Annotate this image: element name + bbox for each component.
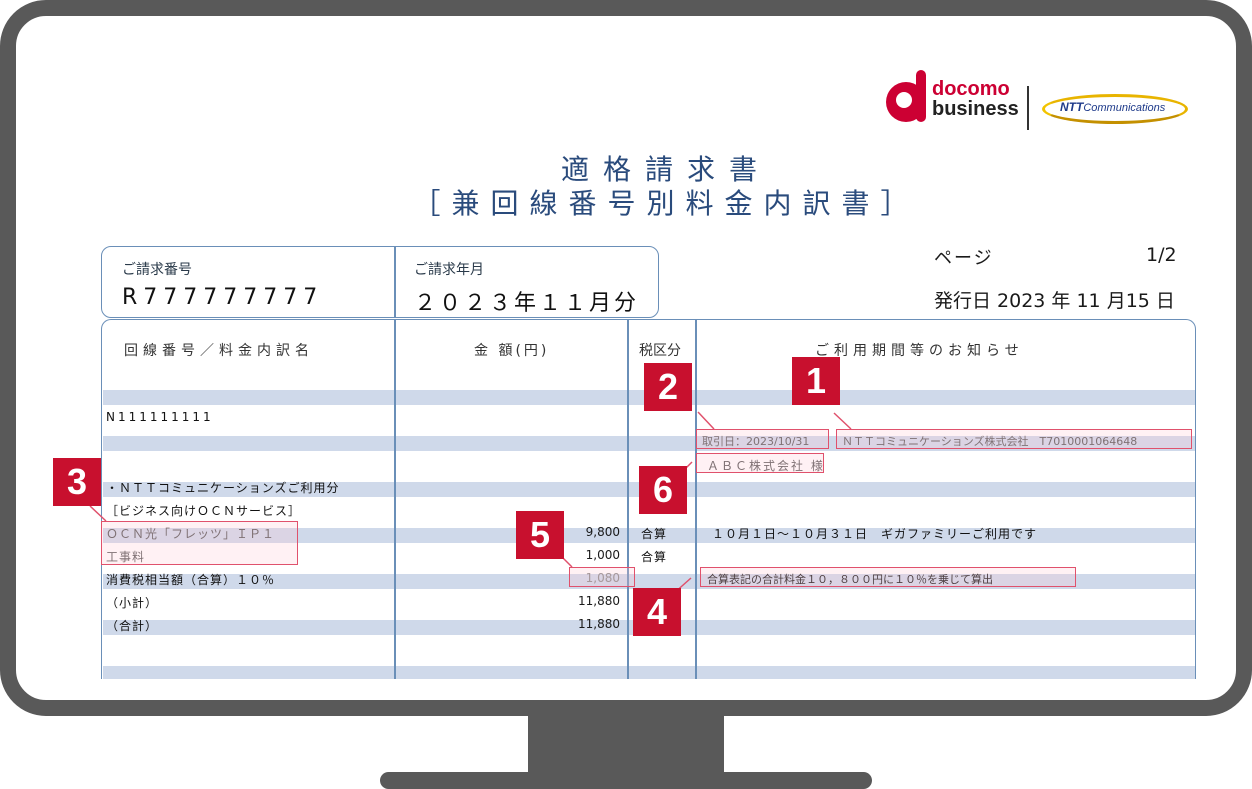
monitor-frame: docomo business NTTCommunications 適格請求書 … <box>0 0 1252 716</box>
billing-month-label: ご請求年月 <box>414 262 484 278</box>
ntt-communications-logo: NTTCommunications <box>1042 88 1192 128</box>
invoice-number: R777777777 <box>122 285 324 310</box>
callout-5: 5 <box>516 511 564 559</box>
invoice-number-label: ご請求番号 <box>122 262 192 278</box>
table-row-amount: 11,880 <box>578 617 620 631</box>
ntt-logo-suffix: Communications <box>1083 102 1166 114</box>
line-number: N111111111 <box>106 410 214 424</box>
invoice-page: docomo business NTTCommunications 適格請求書 … <box>16 16 1236 700</box>
billing-month: ２０２３年１１月分 <box>414 291 640 316</box>
highlight-issuer <box>836 429 1192 449</box>
table-row-note: １０月１日～１０月３１日 ギガファミリーご利用です <box>712 527 1038 541</box>
page-number: 1/2 <box>1146 244 1177 266</box>
table-row-name: （合計） <box>106 619 159 633</box>
docomo-business-logo: docomo business <box>886 70 1026 124</box>
highlight-tax-note <box>700 567 1076 587</box>
highlight-tax-amount <box>569 567 635 587</box>
header-item: 回線番号／料金内訳名 <box>124 343 314 359</box>
table-row-name: （小計） <box>106 596 159 610</box>
highlight-service-items <box>101 521 298 565</box>
highlight-transaction-date <box>696 429 829 449</box>
row-stripe <box>103 666 1195 679</box>
table-row-tax: 合算 <box>641 550 668 564</box>
callout-6: 6 <box>639 466 687 514</box>
table-row-tax: 合算 <box>641 527 668 541</box>
invoice-info-box: ご請求番号 R777777777 ご請求年月 ２０２３年１１月分 <box>101 246 659 318</box>
callout-1: 1 <box>792 357 840 405</box>
callout-4: 4 <box>633 588 681 636</box>
header-notes: ご利用期間等のお知らせ <box>815 343 1024 359</box>
service-category: ［ビジネス向けＯＣＮサービス］ <box>106 504 302 518</box>
header-amount: 金 額(円) <box>474 343 550 359</box>
table-row-amount: 11,880 <box>578 594 620 608</box>
ntt-logo-brand: NTT <box>1060 100 1084 114</box>
monitor-stand-base <box>380 772 872 789</box>
header-tax: 税区分 <box>639 343 681 359</box>
section-title: ・ＮＴＴコミュニケーションズご利用分 <box>106 481 340 495</box>
issue-date: 発行日 2023 年 11 月15 日 <box>934 290 1175 312</box>
monitor-stand-neck <box>528 716 724 772</box>
callout-3: 3 <box>53 458 101 506</box>
highlight-customer <box>696 453 824 473</box>
table-row-name: 消費税相当額（合算）１０％ <box>106 573 276 587</box>
page-label: ページ <box>934 248 994 269</box>
business-logo-text: business <box>932 98 1019 120</box>
document-subtitle: ［兼回線番号別料金内訳書］ <box>412 187 920 220</box>
callout-2: 2 <box>644 363 692 411</box>
logo-divider <box>1027 86 1029 130</box>
